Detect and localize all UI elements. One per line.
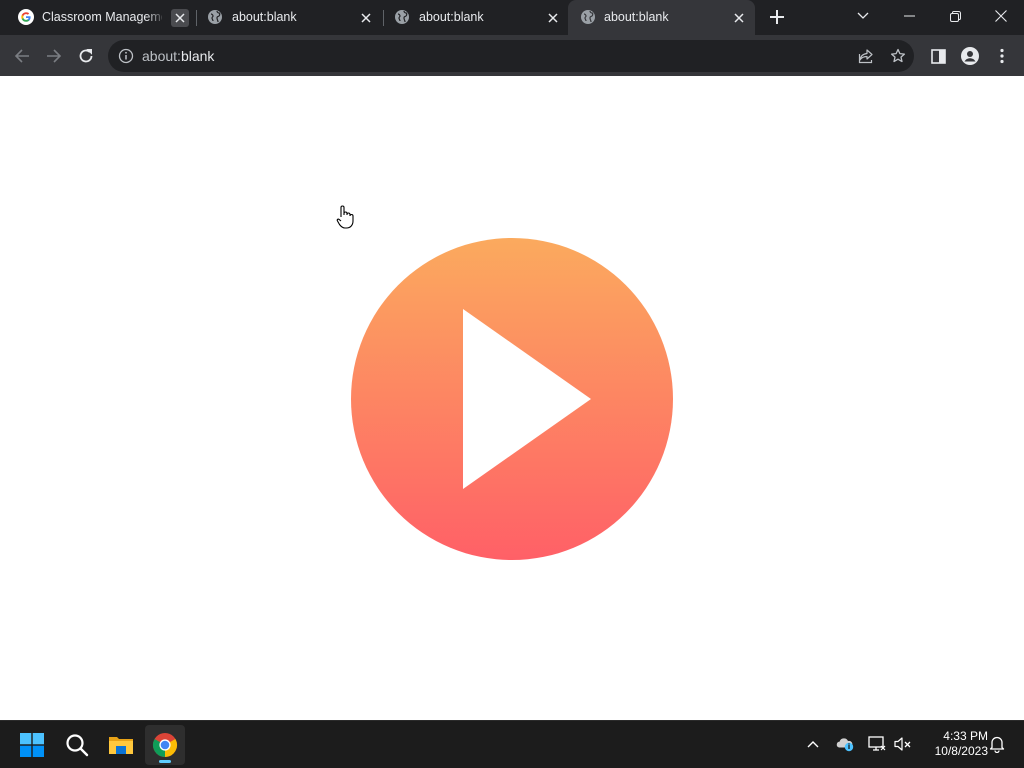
back-button[interactable] (8, 42, 36, 70)
tab-title-fade (146, 8, 166, 26)
bell-icon (989, 736, 1005, 753)
running-indicator (159, 760, 171, 763)
close-icon (361, 13, 371, 23)
volume-muted-icon (894, 737, 911, 751)
profile-button[interactable] (956, 42, 984, 70)
tab-close-button[interactable] (357, 9, 375, 27)
reload-icon (79, 49, 93, 63)
close-icon (548, 13, 558, 23)
tab-strip: Classroom Manageme about:blank about:bla… (0, 0, 1024, 35)
chevron-up-icon (807, 741, 819, 748)
tab-about-blank-active[interactable]: about:blank (568, 0, 755, 35)
cloud-icon (836, 738, 854, 752)
arrow-left-icon (14, 49, 29, 63)
info-icon[interactable] (118, 48, 134, 64)
profile-avatar-icon (961, 47, 979, 65)
tab-title: Classroom Manageme (42, 10, 162, 24)
onedrive-tray-button[interactable] (834, 733, 856, 755)
url-host: blank (180, 48, 215, 64)
chrome-icon (152, 733, 178, 757)
minimize-button[interactable] (886, 0, 932, 32)
taskbar-clock[interactable]: 4:33 PM 10/8/2023 (918, 729, 988, 759)
side-panel-icon (930, 48, 946, 64)
share-button[interactable] (856, 46, 876, 66)
restore-button[interactable] (932, 0, 978, 32)
tab-about-blank-1[interactable]: about:blank (196, 0, 383, 35)
more-vert-icon (1000, 48, 1004, 64)
start-button[interactable] (12, 725, 52, 765)
share-icon (858, 49, 873, 64)
chrome-taskbar-button[interactable] (145, 725, 185, 765)
chevron-down-icon (857, 12, 869, 19)
clock-time: 4:33 PM (943, 729, 988, 743)
play-button[interactable] (351, 238, 673, 560)
clock-date: 10/8/2023 (934, 744, 988, 758)
globe-icon (395, 10, 409, 24)
google-g-icon (18, 9, 34, 25)
restore-icon (949, 10, 961, 22)
globe-icon (208, 10, 222, 24)
volume-tray-button[interactable] (892, 733, 914, 755)
close-icon (995, 10, 1007, 22)
tab-close-button[interactable] (171, 9, 189, 27)
arrow-right-icon (47, 49, 62, 63)
url-text[interactable]: about:blank (142, 48, 214, 64)
network-tray-button[interactable] (866, 733, 888, 755)
tab-close-button[interactable] (730, 9, 748, 27)
close-icon (175, 13, 185, 23)
forward-button[interactable] (40, 42, 68, 70)
minimize-icon (903, 15, 915, 17)
browser-toolbar: about:blank (0, 35, 1024, 76)
side-panel-button[interactable] (924, 42, 952, 70)
tab-about-blank-2[interactable]: about:blank (383, 0, 568, 35)
show-hidden-icons-button[interactable] (802, 733, 824, 755)
play-button-icon (351, 238, 673, 560)
taskbar: 4:33 PM 10/8/2023 (0, 720, 1024, 768)
file-explorer-icon (109, 737, 133, 754)
star-icon (890, 48, 906, 63)
address-bar[interactable]: about:blank (108, 40, 914, 72)
plus-icon (770, 10, 784, 24)
page-content (0, 77, 1024, 720)
close-window-button[interactable] (978, 0, 1024, 32)
tab-classroom-management[interactable]: Classroom Manageme (0, 0, 196, 35)
taskbar-search-button[interactable] (57, 725, 97, 765)
url-scheme: about: (142, 48, 181, 64)
search-icon (66, 734, 89, 757)
tab-title: about:blank (419, 10, 484, 24)
windows-start-icon (20, 733, 44, 757)
notifications-button[interactable] (986, 733, 1008, 755)
tab-title: about:blank (232, 10, 297, 24)
network-icon (868, 736, 886, 751)
close-icon (734, 13, 744, 23)
tab-title: about:blank (604, 10, 669, 24)
tab-search-button[interactable] (840, 0, 886, 32)
file-explorer-button[interactable] (101, 725, 141, 765)
bookmark-button[interactable] (888, 46, 908, 66)
reload-button[interactable] (72, 42, 100, 70)
menu-button[interactable] (988, 42, 1016, 70)
hand-cursor-icon (336, 205, 354, 229)
globe-icon (581, 10, 595, 24)
tab-close-button[interactable] (544, 9, 562, 27)
new-tab-button[interactable] (766, 6, 788, 28)
